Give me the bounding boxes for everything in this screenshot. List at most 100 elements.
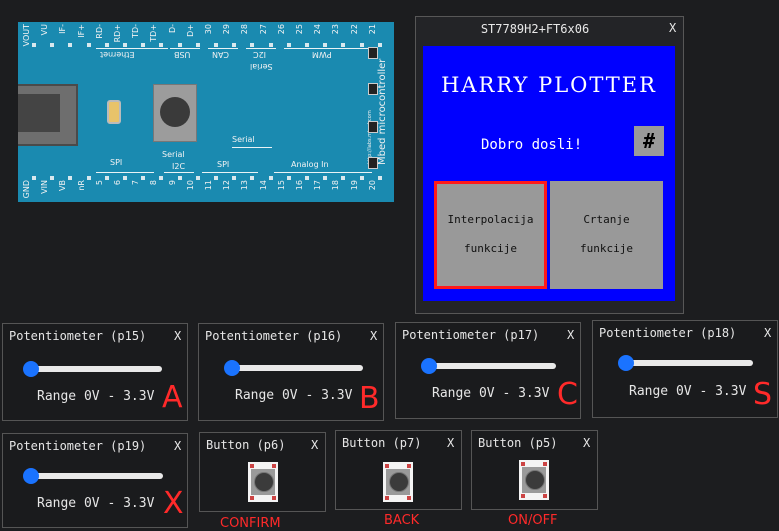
- pin-dot: [341, 176, 346, 180]
- range-label: Range 0V - 3.3V: [37, 389, 155, 404]
- pin-dot: [123, 43, 127, 47]
- potentiometer-panel-p19: Potentiometer (p19) X Range 0V - 3.3V X: [2, 433, 188, 528]
- close-icon[interactable]: X: [174, 439, 181, 453]
- panel-title: Potentiometer (p18): [599, 326, 737, 340]
- interpolation-button[interactable]: Interpolacija funkcije: [434, 181, 547, 289]
- pin-label-bottom: 6: [113, 180, 122, 186]
- panel-title: Button (p5): [478, 436, 558, 450]
- close-icon[interactable]: X: [669, 21, 676, 35]
- pin-label-bottom: 8: [149, 180, 159, 186]
- pin-dot: [286, 176, 291, 180]
- group-serial-a: Serial: [162, 150, 185, 159]
- interpolation-label-1: Interpolacija: [447, 213, 534, 226]
- pin-label-top: IF-: [58, 24, 68, 34]
- pin-dot: [214, 176, 218, 180]
- slider-track[interactable]: [23, 468, 163, 484]
- pin-dot: [68, 43, 73, 47]
- pin-dot: [177, 43, 182, 47]
- close-icon[interactable]: X: [583, 436, 590, 450]
- draw-label-1: Crtanje: [583, 213, 630, 226]
- pin-label-top: D+: [185, 24, 195, 37]
- pin-label-bottom: 15: [276, 180, 286, 191]
- pin-label-top: 29: [222, 24, 232, 35]
- pin-dot: [286, 43, 291, 47]
- pin-dot: [68, 176, 73, 180]
- pin-dot: [305, 176, 309, 180]
- hash-button[interactable]: #: [634, 126, 664, 156]
- pin-dot: [250, 176, 255, 180]
- pin-label-top: RD+: [113, 24, 122, 43]
- lcd-title: HARRY PLOTTER: [441, 73, 657, 97]
- onoff-caption: ON/OFF: [508, 513, 558, 528]
- close-icon[interactable]: X: [567, 328, 574, 342]
- pin-label-top: 27: [258, 24, 268, 35]
- pin-dot: [159, 176, 164, 180]
- pin-label-bottom: 19: [349, 180, 359, 191]
- pin-dot: [50, 176, 55, 180]
- panel-title: Potentiometer (p16): [205, 329, 343, 343]
- pin-label-bottom: 14: [258, 180, 268, 191]
- panel-title: Button (p7): [342, 436, 422, 450]
- reset-button[interactable]: [153, 84, 197, 142]
- push-button[interactable]: [383, 462, 413, 502]
- slider-thumb[interactable]: [618, 355, 634, 371]
- close-icon[interactable]: X: [370, 329, 377, 343]
- slider-track[interactable]: [618, 355, 753, 371]
- slider-thumb[interactable]: [23, 361, 39, 377]
- pin-label-bottom: 11: [204, 180, 213, 191]
- slider-thumb[interactable]: [23, 468, 39, 484]
- pin-dot: [104, 43, 109, 47]
- potentiometer-panel-p15: Potentiometer (p15) X Range 0V - 3.3V A: [2, 323, 188, 421]
- pin-dot: [377, 43, 382, 47]
- pin-dot: [359, 176, 364, 180]
- group-ethernet: Ethernet: [100, 50, 135, 59]
- draw-function-button[interactable]: Crtanje funkcije: [550, 181, 663, 289]
- mbed-board: Ethernet USB CAN I2C Serial PWM SPI Seri…: [18, 22, 394, 202]
- display-title: ST7789H2+FT6x06: [480, 22, 590, 36]
- panel-title: Potentiometer (p15): [9, 329, 147, 343]
- pin-label-bottom: VIN: [40, 180, 50, 194]
- pin-label-top: IF+: [76, 24, 86, 38]
- slider-thumb[interactable]: [421, 358, 437, 374]
- pin-label-bottom: 16: [295, 180, 304, 191]
- potentiometer-panel-p18: Potentiometer (p18) X Range 0V - 3.3V S: [592, 320, 778, 418]
- group-spi-1: SPI: [110, 158, 123, 167]
- pin-label-bottom: nR: [76, 180, 86, 191]
- back-caption: BACK: [384, 513, 420, 528]
- pin-label-top: RD-: [94, 24, 104, 39]
- group-usb: USB: [174, 50, 191, 59]
- group-i2c-top: I2C: [253, 50, 267, 59]
- pin-dot: [341, 43, 346, 47]
- interpolation-label-2: funkcije: [464, 242, 517, 255]
- slider-track[interactable]: [224, 360, 363, 376]
- button-panel-p7: Button (p7) X: [335, 430, 462, 510]
- pin-label-top: TD-: [131, 24, 141, 38]
- group-pwm: PWM: [312, 50, 332, 59]
- push-button[interactable]: [519, 460, 549, 500]
- display-panel: ST7789H2+FT6x06 X HARRY PLOTTER Dobro do…: [415, 16, 684, 314]
- pin-label-top: TD+: [149, 24, 159, 42]
- slider-track[interactable]: [23, 361, 162, 377]
- pin-dot: [323, 176, 328, 180]
- pin-dot: [50, 43, 55, 47]
- slider-track[interactable]: [421, 358, 556, 374]
- close-icon[interactable]: X: [311, 438, 318, 452]
- close-icon[interactable]: X: [764, 326, 771, 340]
- pot-letter: B: [359, 381, 380, 416]
- range-label: Range 0V - 3.3V: [235, 388, 353, 403]
- pin-label-bottom: 13: [240, 180, 250, 191]
- pin-label-top: 21: [367, 24, 377, 35]
- pin-dot: [141, 176, 146, 180]
- close-icon[interactable]: X: [447, 436, 454, 450]
- draw-label-2: funkcije: [580, 242, 633, 255]
- pin-label-bottom: GND: [22, 180, 31, 199]
- pin-dot: [250, 43, 255, 47]
- pot-letter: S: [753, 377, 773, 412]
- slider-thumb[interactable]: [224, 360, 240, 376]
- group-can: CAN: [212, 50, 230, 59]
- confirm-caption: CONFIRM: [220, 516, 281, 531]
- close-icon[interactable]: X: [174, 329, 181, 343]
- pin-label-top: 24: [313, 24, 323, 35]
- push-button[interactable]: [248, 462, 278, 502]
- lcd-screen[interactable]: HARRY PLOTTER Dobro dosli! # Interpolaci…: [423, 46, 675, 301]
